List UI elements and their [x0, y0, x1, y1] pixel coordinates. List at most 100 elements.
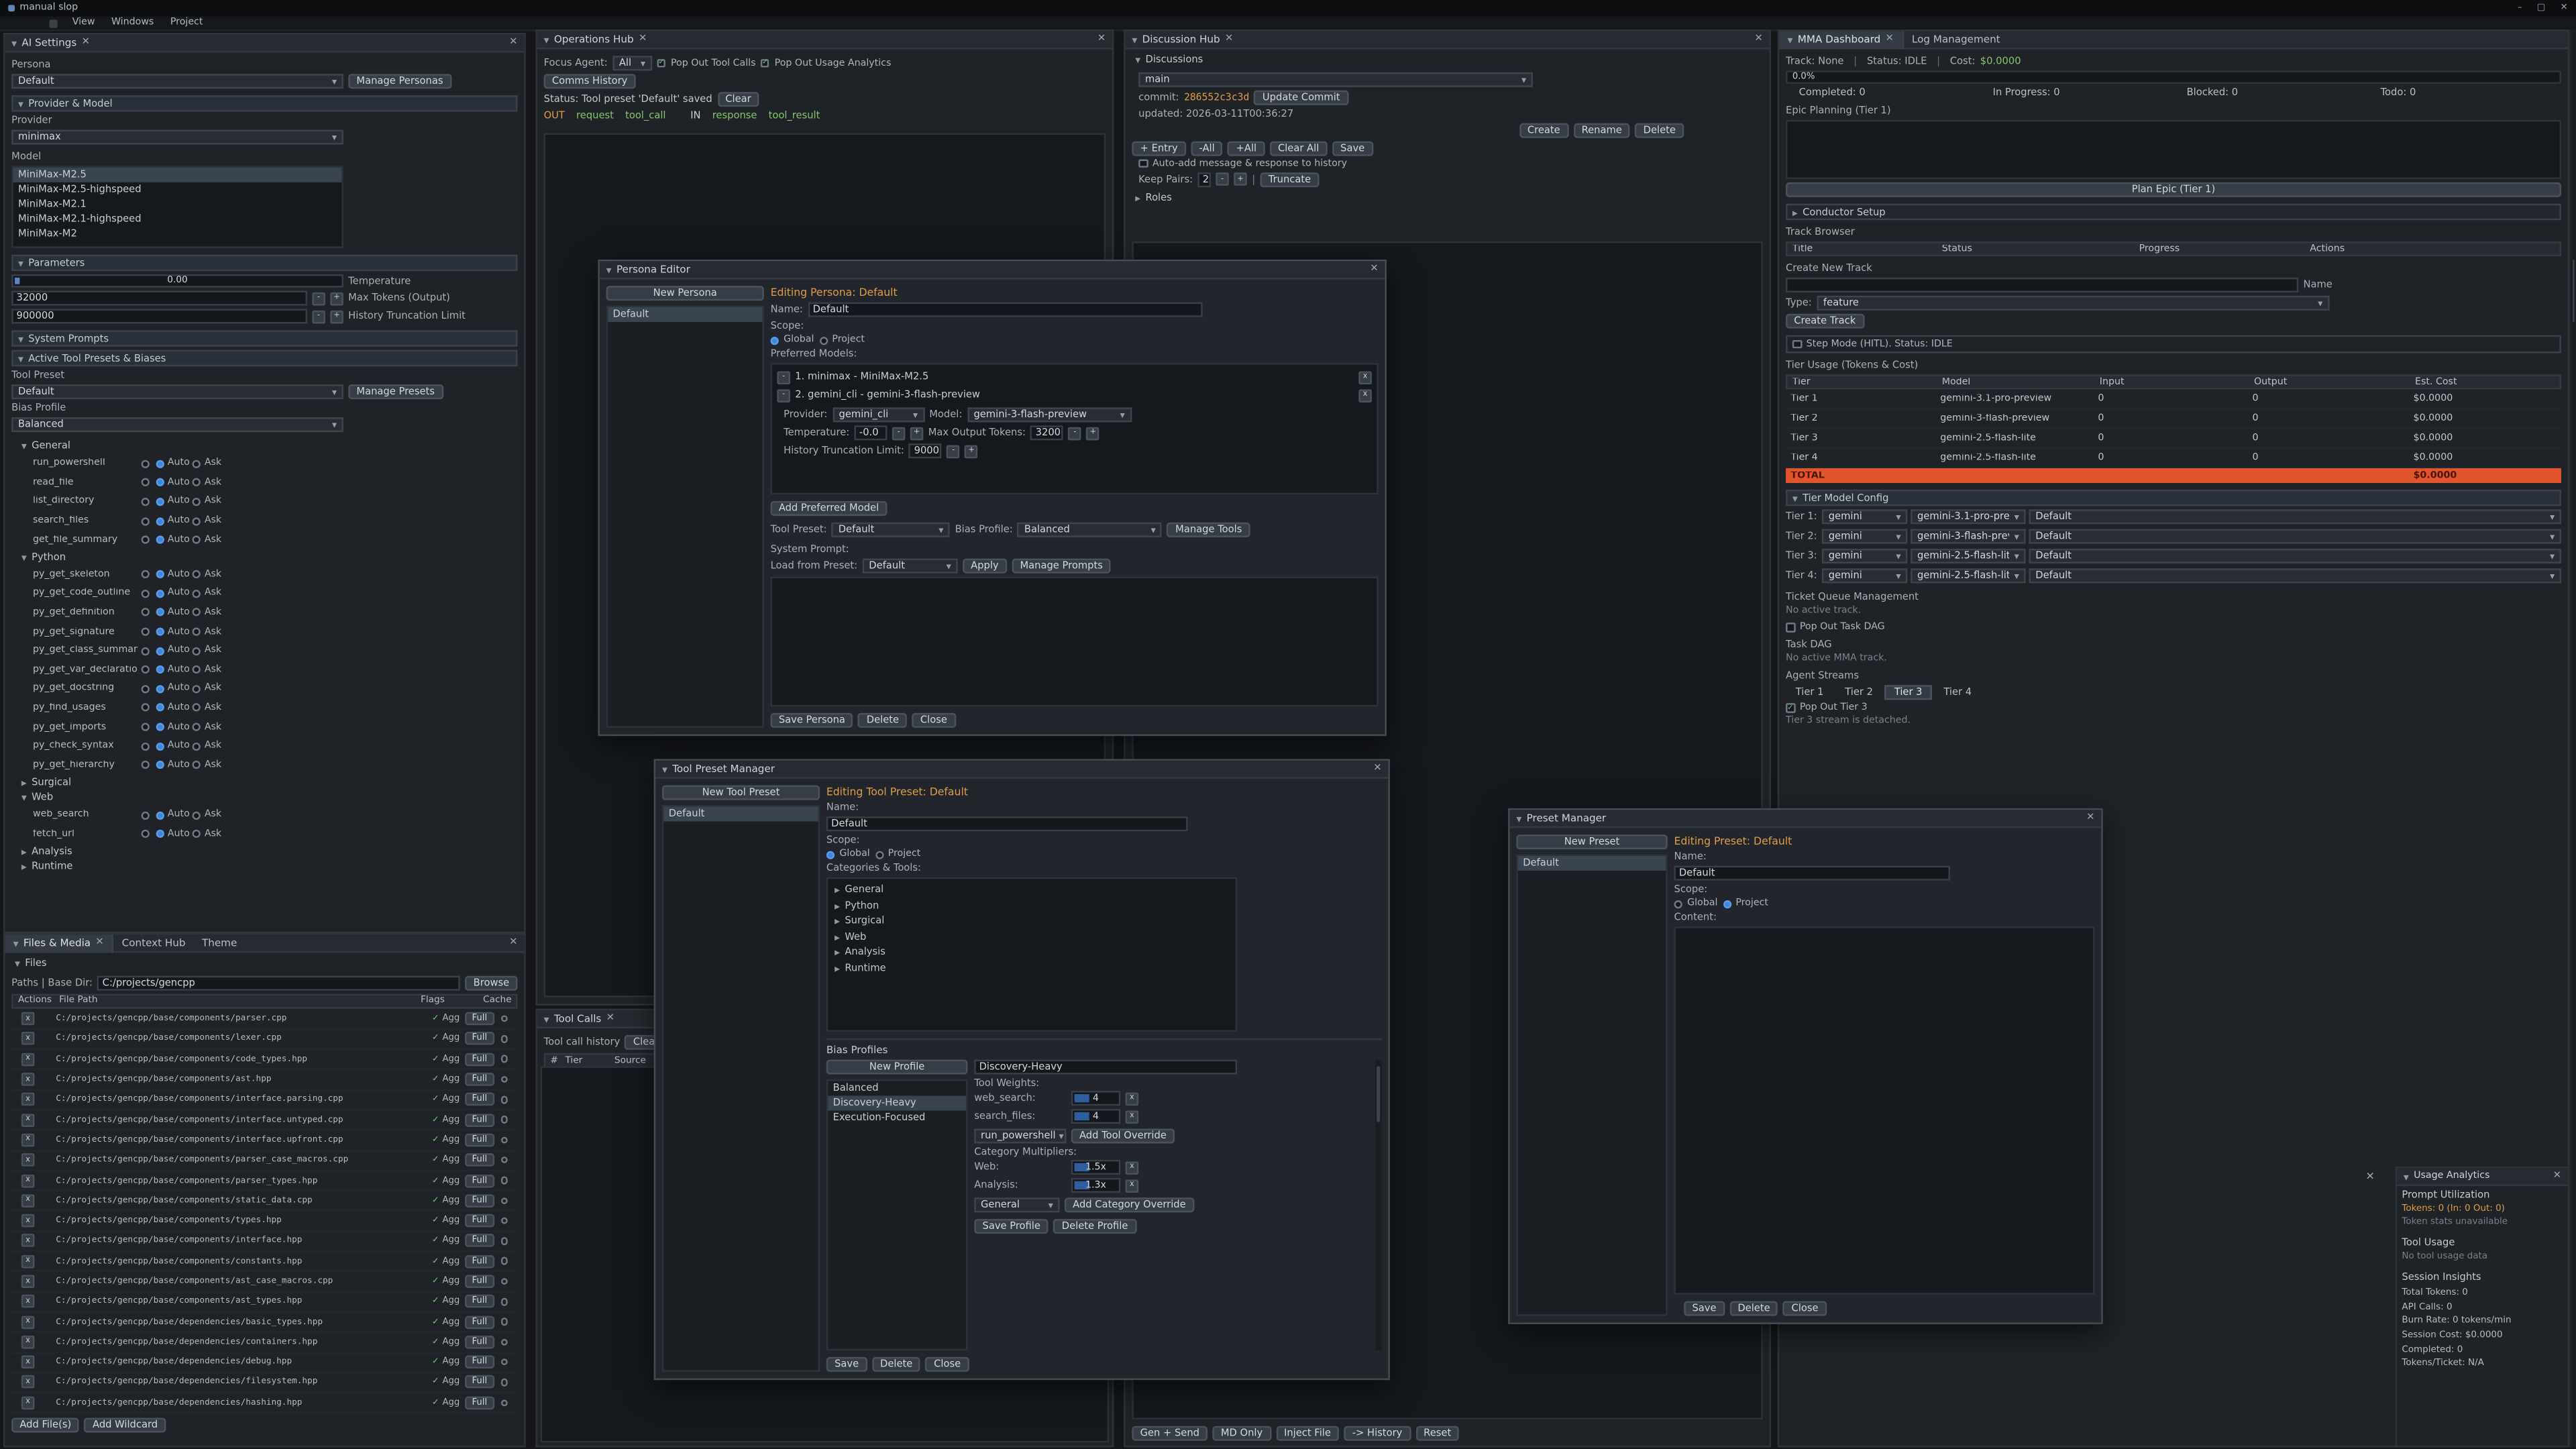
full-button[interactable]: Full — [466, 1113, 494, 1126]
max-tokens-input[interactable]: 32000 — [11, 290, 307, 305]
scrollbar[interactable] — [2569, 30, 2576, 1447]
discussion-hub-header[interactable]: ▼ Discussion Hub ✕ ✕ — [1126, 32, 1770, 50]
discussion-action-button[interactable]: Create — [1519, 122, 1568, 137]
panel-close-icon[interactable]: ✕ — [2553, 1171, 2561, 1181]
auto-radio[interactable] — [156, 536, 164, 544]
tier-model-select[interactable]: gemini-3.1-pro-preview▼ — [1911, 508, 2025, 523]
ask-radio[interactable] — [193, 685, 201, 693]
ask-radio[interactable] — [193, 570, 201, 578]
tier-provider-select[interactable]: gemini▼ — [1822, 528, 1907, 543]
comms-history-button[interactable]: Comms History — [544, 74, 636, 89]
detached-panel-close-icon[interactable]: ✕ — [2366, 1170, 2375, 1183]
tier-stream-tab[interactable]: Tier 4 — [1934, 685, 1982, 700]
tab-theme[interactable]: Theme — [194, 934, 246, 952]
discussion-send-button[interactable]: -> History — [1344, 1426, 1410, 1441]
tier-preset-select[interactable]: Default▼ — [2029, 528, 2561, 543]
update-commit-button[interactable]: Update Commit — [1254, 89, 1348, 104]
tab-close-icon[interactable]: ✕ — [606, 1014, 614, 1024]
usage-analytics-header[interactable]: ▼ Usage Analytics ✕ — [2397, 1168, 2568, 1186]
tool-toggle-radio[interactable] — [142, 685, 150, 693]
add-tool-override-button[interactable]: Add Tool Override — [1071, 1128, 1175, 1143]
remove-file-button[interactable]: x — [21, 1093, 35, 1106]
window-close-icon[interactable]: ✕ — [1373, 764, 1381, 774]
manage-presets-button[interactable]: Manage Presets — [348, 384, 443, 399]
remove-file-button[interactable]: x — [21, 1275, 35, 1288]
remove-override-button[interactable]: x — [1126, 1179, 1139, 1192]
category-general[interactable]: ▼General — [11, 439, 517, 454]
remove-file-button[interactable]: x — [21, 1396, 35, 1409]
provider-select[interactable]: minimax▼ — [11, 129, 343, 144]
auto-radio[interactable] — [156, 830, 164, 839]
auto-radio[interactable] — [156, 665, 164, 674]
full-button[interactable]: Full — [466, 1053, 494, 1066]
full-button[interactable]: Full — [466, 1093, 494, 1106]
remove-file-button[interactable]: x — [21, 1134, 35, 1147]
collapse-icon[interactable]: ▼ — [606, 266, 612, 274]
full-button[interactable]: Full — [466, 1295, 494, 1309]
remove-file-button[interactable]: x — [21, 1214, 35, 1228]
maximize-button[interactable]: ▢ — [2537, 3, 2546, 13]
cache-indicator[interactable] — [500, 1116, 508, 1124]
tab-context-hub[interactable]: Context Hub — [113, 934, 193, 952]
remove-file-button[interactable]: x — [21, 1032, 35, 1046]
temperature-slider[interactable]: 0.00 — [11, 274, 343, 288]
category-override-select[interactable]: General▼ — [974, 1197, 1059, 1212]
cache-indicator[interactable] — [500, 1237, 508, 1244]
cache-indicator[interactable] — [500, 1217, 508, 1224]
bias-profile-item[interactable]: Execution-Focused — [828, 1111, 966, 1126]
remove-file-button[interactable]: x — [21, 1316, 35, 1329]
agg-checkbox-label[interactable]: Agg — [442, 1115, 462, 1125]
ask-radio[interactable] — [193, 536, 201, 544]
close-button[interactable]: Close — [926, 1357, 969, 1372]
persona-select[interactable]: Default▼ — [11, 74, 343, 89]
history-truncation-input[interactable]: 900000 — [909, 443, 942, 458]
decrement-button[interactable]: - — [947, 444, 961, 458]
tier-provider-select[interactable]: gemini▼ — [1822, 568, 1907, 582]
auto-radio[interactable] — [156, 742, 164, 750]
base-dir-input[interactable]: C:/projects/gencpp — [97, 975, 460, 989]
entry-action-button[interactable]: + Entry — [1132, 140, 1186, 155]
add-wildcard-button[interactable]: Add Wildcard — [85, 1417, 166, 1432]
new-tool-preset-button[interactable]: New Tool Preset — [662, 786, 820, 800]
collapse-icon[interactable]: ▼ — [662, 765, 667, 773]
tool-toggle-radio[interactable] — [142, 742, 150, 750]
category-web[interactable]: ▼Web — [11, 790, 517, 806]
decrement-button[interactable]: - — [312, 292, 325, 305]
scope-global-radio[interactable] — [826, 850, 835, 858]
remove-override-button[interactable]: x — [1126, 1161, 1139, 1174]
close-button[interactable]: Close — [1783, 1301, 1827, 1316]
preset-list-item[interactable]: Default — [1518, 856, 1666, 871]
agg-checkbox-label[interactable]: Agg — [442, 1297, 462, 1307]
delete-persona-button[interactable]: Delete — [859, 713, 908, 728]
cache-indicator[interactable] — [500, 1258, 508, 1265]
full-button[interactable]: Full — [466, 1194, 494, 1208]
scrollbar-thumb[interactable] — [1377, 1066, 1380, 1122]
auto-radio[interactable] — [156, 628, 164, 636]
scrollbar-thumb[interactable] — [2573, 260, 2574, 322]
save-profile-button[interactable]: Save Profile — [974, 1219, 1049, 1234]
tier-model-select[interactable]: gemini-2.5-flash-lite▼ — [1911, 568, 2025, 582]
tab-close-icon[interactable]: ✕ — [1225, 34, 1233, 44]
ask-radio[interactable] — [193, 647, 201, 655]
epic-planning-textarea[interactable] — [1786, 120, 2561, 179]
delete-tool-preset-button[interactable]: Delete — [872, 1357, 921, 1372]
auto-radio[interactable] — [156, 570, 164, 578]
agg-checkbox-label[interactable]: Agg — [442, 1357, 462, 1367]
auto-radio[interactable] — [156, 479, 164, 487]
tier-preset-select[interactable]: Default▼ — [2029, 568, 2561, 582]
menu-view[interactable]: View — [64, 18, 103, 28]
tier-model-select[interactable]: gemini-3-flash-preview▼ — [1911, 528, 2025, 543]
auto-radio[interactable] — [156, 647, 164, 655]
remove-file-button[interactable]: x — [21, 1113, 35, 1126]
preset-name-input[interactable]: Default — [1674, 866, 1950, 881]
collapse-icon[interactable]: ▼ — [2404, 1172, 2409, 1180]
tab-close-icon[interactable]: ✕ — [639, 34, 647, 44]
tool-preset-list-item[interactable]: Default — [663, 806, 818, 821]
remove-override-button[interactable]: x — [1126, 1110, 1139, 1123]
preset-manager-titlebar[interactable]: ▼ Preset Manager ✕ — [1510, 810, 2102, 828]
files-section-header[interactable]: ▼Files — [11, 956, 517, 971]
remove-file-button[interactable]: x — [21, 1356, 35, 1369]
remove-override-button[interactable]: x — [1126, 1091, 1139, 1105]
entry-action-button[interactable]: Save — [1332, 140, 1373, 155]
ask-radio[interactable] — [193, 517, 201, 525]
